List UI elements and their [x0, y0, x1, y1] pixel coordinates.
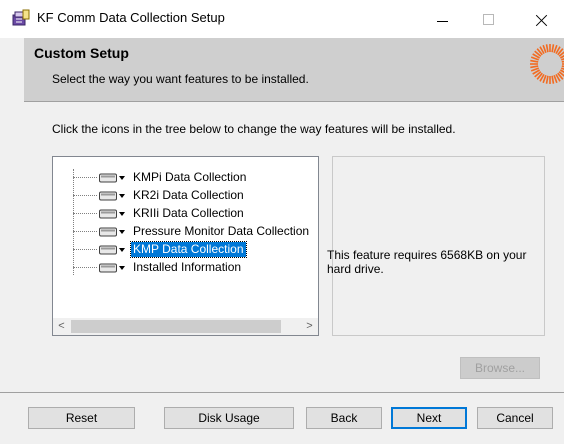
footer-divider [0, 392, 564, 393]
hard-drive-dropdown-icon[interactable] [99, 261, 127, 274]
hard-drive-dropdown-icon[interactable] [99, 207, 127, 220]
tree-item-label[interactable]: KMPi Data Collection [131, 170, 248, 185]
tree-item[interactable]: KR2i Data Collection [73, 187, 318, 205]
browse-button[interactable]: Browse... [460, 357, 540, 379]
hard-drive-dropdown-icon[interactable] [99, 189, 127, 202]
tree-item[interactable]: KMP Data Collection [73, 241, 318, 259]
next-button[interactable]: Next [391, 407, 467, 429]
tree-item[interactable]: Installed Information [73, 259, 318, 277]
feature-tree[interactable]: KMPi Data Collection KR2i Data Collectio… [52, 156, 319, 336]
maximize-button [465, 0, 511, 38]
tree-item[interactable]: KMPi Data Collection [73, 169, 318, 187]
feature-description-panel [332, 156, 545, 336]
tree-item[interactable]: KRIIi Data Collection [73, 205, 318, 223]
horizontal-scrollbar[interactable]: < > [53, 318, 318, 335]
title-bar: KF Comm Data Collection Setup [0, 0, 564, 38]
cancel-button[interactable]: Cancel [477, 407, 553, 429]
tree-item-label[interactable]: Pressure Monitor Data Collection [131, 224, 311, 239]
hard-drive-dropdown-icon[interactable] [99, 225, 127, 238]
installer-package-icon [12, 9, 30, 26]
close-button[interactable] [518, 0, 564, 38]
hard-drive-dropdown-icon[interactable] [99, 171, 127, 184]
banner-subtitle: Select the way you want features to be i… [52, 72, 309, 86]
sun-ring-logo [530, 44, 564, 84]
back-button[interactable]: Back [306, 407, 382, 429]
tree-item-label[interactable]: KRIIi Data Collection [131, 206, 246, 221]
window-title: KF Comm Data Collection Setup [37, 10, 225, 25]
scroll-left-arrow-icon[interactable]: < [53, 318, 70, 335]
banner-title: Custom Setup [34, 45, 129, 61]
scroll-right-arrow-icon[interactable]: > [301, 318, 318, 335]
reset-button[interactable]: Reset [28, 407, 135, 429]
feature-requirement-text: This feature requires 6568KB on your har… [327, 248, 527, 276]
tree-item-label-selected[interactable]: KMP Data Collection [130, 241, 247, 258]
banner-divider [24, 101, 564, 102]
minimize-button[interactable] [419, 0, 465, 38]
header-banner: Custom Setup Select the way you want fea… [24, 38, 564, 101]
tree-item-label[interactable]: KR2i Data Collection [131, 188, 246, 203]
tree-item-label[interactable]: Installed Information [131, 260, 243, 275]
scrollbar-thumb[interactable] [71, 320, 281, 333]
tree-item[interactable]: Pressure Monitor Data Collection [73, 223, 318, 241]
disk-usage-button[interactable]: Disk Usage [164, 407, 294, 429]
hard-drive-dropdown-icon[interactable] [99, 243, 127, 256]
instruction-text: Click the icons in the tree below to cha… [52, 122, 456, 136]
